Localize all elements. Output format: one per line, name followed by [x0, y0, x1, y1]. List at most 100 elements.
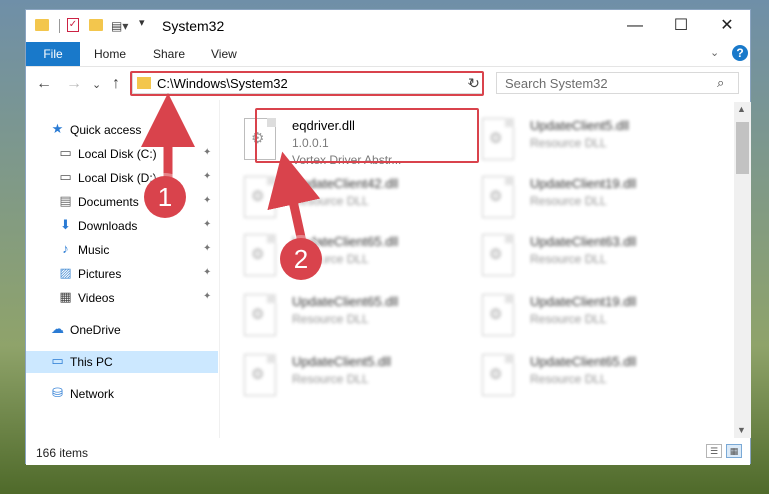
pin-icon[interactable]: ✦ [203, 291, 211, 302]
file-item[interactable]: ⚙ UpdateClient5.dll Resource DLL [474, 110, 704, 170]
file-item[interactable]: ⚙ UpdateClient65.dll Resource DLL [474, 346, 704, 406]
pin-icon[interactable]: ✦ [203, 147, 211, 158]
file-detail: Resource DLL [292, 312, 369, 326]
file-item[interactable]: ⚙ UpdateClient5.dll Resource DLL [236, 346, 466, 406]
page-fold [267, 234, 276, 243]
page-fold [505, 294, 514, 303]
sidebar-item-videos[interactable]: ▦ Videos ✦ [26, 287, 218, 309]
sidebar-item-quick-access[interactable]: ★ Quick access [26, 119, 218, 141]
sidebar-item-label: Local Disk (D:) [78, 171, 157, 185]
vertical-scrollbar[interactable]: ▲ ▼ [734, 102, 751, 438]
customize-toolbar-icon[interactable]: ▤▾ [111, 19, 128, 33]
file-item[interactable]: ⚙ UpdateClient63.dll Resource DLL [474, 226, 704, 286]
properties-check-icon[interactable]: ✓ [67, 18, 79, 32]
file-detail: Resource DLL [530, 372, 607, 386]
navigation-pane-divider [219, 100, 220, 438]
expand-ribbon-icon[interactable]: ⌄ [710, 46, 719, 59]
tab-view[interactable]: View [211, 42, 237, 66]
recent-locations-button[interactable]: ⌄ [92, 78, 101, 91]
file-highlight-box [255, 108, 479, 163]
forward-button[interactable]: → [66, 75, 82, 93]
sidebar-item-network[interactable]: ⛁ Network [26, 383, 218, 405]
sidebar-item-music[interactable]: ♪ Music ✦ [26, 239, 218, 261]
pin-icon[interactable]: ✦ [203, 267, 211, 278]
navigation-pane: ★ Quick access ▭ Local Disk (C:) ✦ ▭ Local Dis… [26, 100, 221, 438]
tab-share[interactable]: Share [153, 42, 185, 66]
file-name: UpdateClient5.dll [292, 354, 392, 369]
sidebar-item-local-disk-d[interactable]: ▭ Local Disk (D:) ✦ [26, 167, 218, 189]
pin-icon[interactable]: ✦ [203, 195, 211, 206]
drive-icon: ▭ [59, 145, 72, 160]
sidebar-item-pictures[interactable]: ▨ Pictures ✦ [26, 263, 218, 285]
scrollbar-thumb[interactable] [736, 122, 749, 174]
page-fold [505, 176, 514, 185]
search-icon[interactable]: ⌕ [717, 75, 724, 91]
page-fold [267, 294, 276, 303]
download-icon: ⬇ [60, 217, 71, 232]
sidebar-item-label: OneDrive [70, 323, 121, 337]
dll-file-icon: ⚙ [244, 234, 276, 276]
sidebar-item-this-pc[interactable]: ▭ This PC [26, 351, 218, 373]
file-item[interactable]: ⚙ UpdateClient65.dll Resource DLL [236, 226, 466, 286]
file-name: UpdateClient19.dll [530, 176, 637, 191]
file-item[interactable]: ⚙ UpdateClient19.dll Resource DLL [474, 168, 704, 228]
gear-icon: ⚙ [489, 188, 503, 205]
new-folder-icon[interactable] [89, 19, 103, 31]
search-input[interactable]: Search System32 ⌕ [496, 72, 739, 94]
pin-icon[interactable]: ✦ [203, 171, 211, 182]
file-name: UpdateClient63.dll [530, 234, 637, 249]
details-view-icon[interactable]: ☰ [706, 444, 722, 458]
sidebar-item-label: Pictures [78, 267, 122, 281]
network-icon: ⛁ [52, 385, 63, 400]
tab-file[interactable]: File [26, 42, 80, 66]
help-icon[interactable]: ? [732, 45, 748, 61]
tab-home[interactable]: Home [94, 42, 126, 66]
file-item[interactable]: ⚙ UpdateClient65.dll Resource DLL [236, 286, 466, 346]
close-button[interactable]: ✕ [704, 10, 750, 42]
sidebar-item-label: Videos [78, 291, 115, 305]
maximize-button[interactable]: ☐ [658, 10, 704, 42]
large-icons-view-icon[interactable]: ▦ [726, 444, 742, 458]
sidebar-item-label: Music [78, 243, 110, 257]
pin-icon[interactable]: ✦ [203, 243, 211, 254]
quick-access-dropdown-icon[interactable]: ▾ [139, 16, 145, 29]
sidebar-item-downloads[interactable]: ⬇ Downloads ✦ [26, 215, 218, 237]
file-name: UpdateClient19.dll [530, 294, 637, 309]
up-button[interactable]: ↑ [112, 75, 120, 93]
scroll-up-icon[interactable]: ▲ [737, 104, 746, 114]
dll-file-icon: ⚙ [244, 176, 276, 218]
gear-icon: ⚙ [489, 306, 503, 323]
file-name: UpdateClient65.dll [292, 294, 399, 309]
pin-icon[interactable]: ✦ [203, 219, 211, 230]
back-button[interactable]: ← [36, 75, 52, 93]
gear-icon: ⚙ [489, 366, 503, 383]
search-placeholder: Search System32 [505, 76, 608, 91]
pictures-icon: ▨ [59, 265, 72, 280]
file-item[interactable]: ⚙ UpdateClient19.dll Resource DLL [474, 286, 704, 346]
file-detail: Resource DLL [530, 252, 607, 266]
file-detail: Resource DLL [292, 194, 369, 208]
step-2-badge: 2 [280, 238, 322, 280]
minimize-button[interactable]: — [612, 10, 658, 42]
sidebar-item-documents[interactable]: ▤ Documents ✦ [26, 191, 218, 213]
star-icon: ★ [51, 121, 64, 136]
sidebar-item-local-disk-c[interactable]: ▭ Local Disk (C:) ✦ [26, 143, 218, 165]
file-name: UpdateClient5.dll [530, 118, 630, 133]
sidebar-item-onedrive[interactable]: ☁ OneDrive [26, 319, 218, 341]
gear-icon: ⚙ [251, 366, 265, 383]
file-item[interactable]: ⚙ UpdateClient42.dll Resource DLL [236, 168, 466, 228]
dll-file-icon: ⚙ [482, 118, 514, 160]
file-detail: Resource DLL [530, 312, 607, 326]
page-fold [505, 118, 514, 127]
dll-file-icon: ⚙ [244, 354, 276, 396]
file-name: UpdateClient42.dll [292, 176, 399, 191]
title-bar: ✓ ▤▾ ▾ System32 — ☐ ✕ [26, 10, 750, 42]
dll-file-icon: ⚙ [244, 294, 276, 336]
drive-icon: ▭ [59, 169, 72, 184]
cloud-icon: ☁ [51, 321, 64, 336]
page-fold [505, 354, 514, 363]
gear-icon: ⚙ [251, 246, 265, 263]
scroll-down-icon[interactable]: ▼ [737, 425, 746, 435]
sidebar-item-label: Quick access [70, 123, 142, 137]
folder-icon [35, 19, 49, 31]
